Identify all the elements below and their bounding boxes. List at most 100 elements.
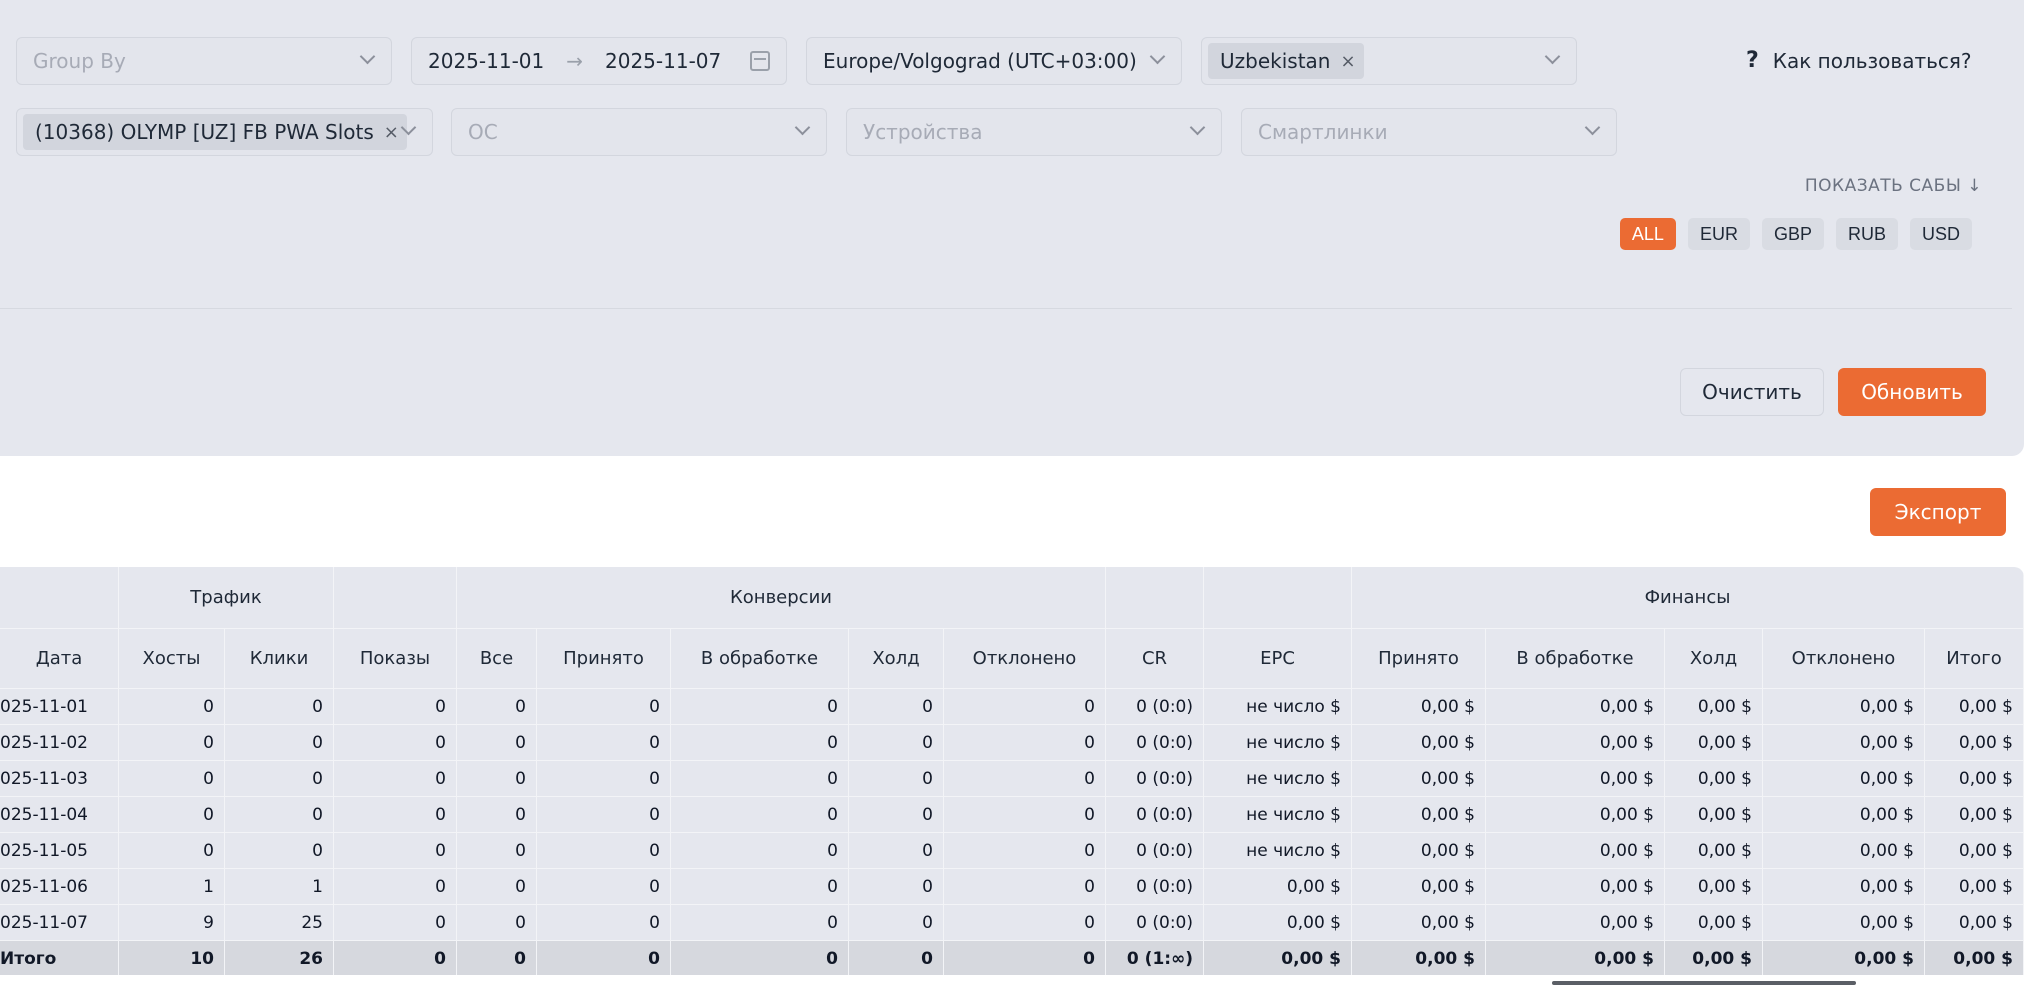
cell-hosts: 0 xyxy=(119,761,225,796)
column-header-epc[interactable]: EPC xyxy=(1204,629,1352,688)
cell-impressions: 0 xyxy=(334,689,457,724)
cell-hosts: 10 xyxy=(119,941,225,975)
cell-epc: не число $ xyxy=(1204,761,1352,796)
cell-conv-rejected: 0 xyxy=(944,797,1106,832)
cell-fin-approved: 0,00 $ xyxy=(1352,869,1486,904)
cell-cr: 0 (0:0) xyxy=(1106,797,1204,832)
close-icon[interactable]: × xyxy=(1340,51,1355,72)
help-label: Как пользоваться? xyxy=(1772,48,1972,73)
currency-rub[interactable]: RUB xyxy=(1835,218,1898,250)
column-header-conv-processing[interactable]: В обработке xyxy=(671,629,849,688)
cell-cr: 0 (0:0) xyxy=(1106,761,1204,796)
cell-date: 025-11-01 xyxy=(0,689,119,724)
cell-conv-hold: 0 xyxy=(849,869,944,904)
group-empty xyxy=(334,567,457,628)
chevron-down-icon xyxy=(1189,119,1206,136)
currency-gbp[interactable]: GBP xyxy=(1761,218,1824,250)
cell-conv-rejected: 0 xyxy=(944,689,1106,724)
update-button[interactable]: Обновить xyxy=(1838,368,1986,416)
column-header-date[interactable]: Дата xyxy=(0,629,119,688)
country-select[interactable]: Uzbekistan × xyxy=(1201,37,1577,85)
cell-conv-all: 0 xyxy=(457,941,537,975)
cell-fin-approved: 0,00 $ xyxy=(1352,797,1486,832)
group-by-placeholder: Group By xyxy=(33,49,126,73)
group-traffic: Трафик xyxy=(119,567,334,628)
show-subs-toggle[interactable]: ПОКАЗАТЬ САБЫ ↓ xyxy=(1805,176,1982,196)
column-header-fin-total[interactable]: Итого xyxy=(1925,629,2024,688)
date-from[interactable]: 2025-11-01 xyxy=(428,49,544,73)
offer-select[interactable]: (10368) OLYMP [UZ] FB PWA Slots × xyxy=(16,108,433,156)
column-header-fin-processing[interactable]: В обработке xyxy=(1486,629,1665,688)
currency-eur[interactable]: EUR xyxy=(1687,218,1750,250)
column-header-conv-hold[interactable]: Холд xyxy=(849,629,944,688)
cell-fin-total: 0,00 $ xyxy=(1925,761,2024,796)
cell-clicks: 0 xyxy=(225,689,334,724)
column-header-conv-all[interactable]: Все xyxy=(457,629,537,688)
column-header-fin-approved[interactable]: Принято xyxy=(1352,629,1486,688)
table-total-row: Итого 10 26 0 0 0 0 0 0 0 (1:∞) 0,00 $0,00 $0,00 $… xyxy=(0,940,2024,975)
column-header-hosts[interactable]: Хосты xyxy=(119,629,225,688)
table-row: 025-11-05 0 0 0 0 0 0 0 0 0 (0:0) не число $0,00 $… xyxy=(0,832,2024,868)
cell-fin-processing: 0,00 $ xyxy=(1486,689,1665,724)
column-header-cr[interactable]: CR xyxy=(1106,629,1204,688)
table-column-header: Дата Хосты Клики Показы Все Принято В обработк… xyxy=(0,628,2024,688)
horizontal-scrollbar[interactable] xyxy=(1552,981,1856,985)
cell-cr: 0 (0:0) xyxy=(1106,869,1204,904)
cell-clicks: 0 xyxy=(225,725,334,760)
cell-hosts: 9 xyxy=(119,905,225,940)
cell-conv-approved: 0 xyxy=(537,905,671,940)
cell-conv-all: 0 xyxy=(457,833,537,868)
cell-fin-total: 0,00 $ xyxy=(1925,689,2024,724)
chevron-down-icon xyxy=(1149,48,1166,65)
cell-impressions: 0 xyxy=(334,761,457,796)
cell-fin-processing: 0,00 $ xyxy=(1486,869,1665,904)
cell-date: 025-11-03 xyxy=(0,761,119,796)
os-placeholder: ОС xyxy=(468,120,498,144)
timezone-select[interactable]: Europe/Volgograd (UTC+03:00) xyxy=(806,37,1182,85)
column-header-clicks[interactable]: Клики xyxy=(225,629,334,688)
cell-conv-all: 0 xyxy=(457,797,537,832)
column-header-fin-rejected[interactable]: Отклонено xyxy=(1763,629,1925,688)
date-range-picker[interactable]: 2025-11-01 → 2025-11-07 xyxy=(411,37,787,85)
cell-fin-approved: 0,00 $ xyxy=(1352,833,1486,868)
devices-select[interactable]: Устройства xyxy=(846,108,1222,156)
close-icon[interactable]: × xyxy=(384,122,399,143)
calendar-icon[interactable] xyxy=(750,51,770,71)
column-header-conv-approved[interactable]: Принято xyxy=(537,629,671,688)
cell-fin-rejected: 0,00 $ xyxy=(1763,869,1925,904)
os-select[interactable]: ОС xyxy=(451,108,827,156)
cell-impressions: 0 xyxy=(334,941,457,975)
currency-all[interactable]: ALL xyxy=(1619,218,1676,250)
timezone-value: Europe/Volgograd (UTC+03:00) xyxy=(823,49,1137,73)
cell-fin-processing: 0,00 $ xyxy=(1486,725,1665,760)
cell-fin-processing: 0,00 $ xyxy=(1486,905,1665,940)
group-by-select[interactable]: Group By xyxy=(16,37,392,85)
cell-epc: 0,00 $ xyxy=(1204,869,1352,904)
cell-conv-hold: 0 xyxy=(849,761,944,796)
cell-conv-hold: 0 xyxy=(849,689,944,724)
cell-date: 025-11-07 xyxy=(0,905,119,940)
cell-conv-processing: 0 xyxy=(671,833,849,868)
smartlinks-placeholder: Смартлинки xyxy=(1258,120,1388,144)
offer-tag-label: (10368) OLYMP [UZ] FB PWA Slots xyxy=(35,120,374,144)
currency-usd[interactable]: USD xyxy=(1909,218,1972,250)
table-row: 025-11-01 0 0 0 0 0 0 0 0 0 (0:0) не число $0,00 $… xyxy=(0,688,2024,724)
chevron-down-icon xyxy=(794,119,811,136)
cell-conv-approved: 0 xyxy=(537,761,671,796)
cell-conv-rejected: 0 xyxy=(944,833,1106,868)
cell-epc: не число $ xyxy=(1204,689,1352,724)
column-header-fin-hold[interactable]: Холд xyxy=(1665,629,1763,688)
cell-fin-hold: 0,00 $ xyxy=(1665,797,1763,832)
export-button[interactable]: Экспорт xyxy=(1870,488,2006,536)
cell-conv-rejected: 0 xyxy=(944,761,1106,796)
column-header-impressions[interactable]: Показы xyxy=(334,629,457,688)
date-to[interactable]: 2025-11-07 xyxy=(605,49,721,73)
clear-button[interactable]: Очистить xyxy=(1680,368,1824,416)
chevron-down-icon xyxy=(1584,119,1601,136)
help-link[interactable]: ? Как пользоваться? xyxy=(1746,48,1972,73)
column-header-conv-rejected[interactable]: Отклонено xyxy=(944,629,1106,688)
cell-fin-processing: 0,00 $ xyxy=(1486,761,1665,796)
cell-impressions: 0 xyxy=(334,797,457,832)
cell-fin-rejected: 0,00 $ xyxy=(1763,725,1925,760)
smartlinks-select[interactable]: Смартлинки xyxy=(1241,108,1617,156)
